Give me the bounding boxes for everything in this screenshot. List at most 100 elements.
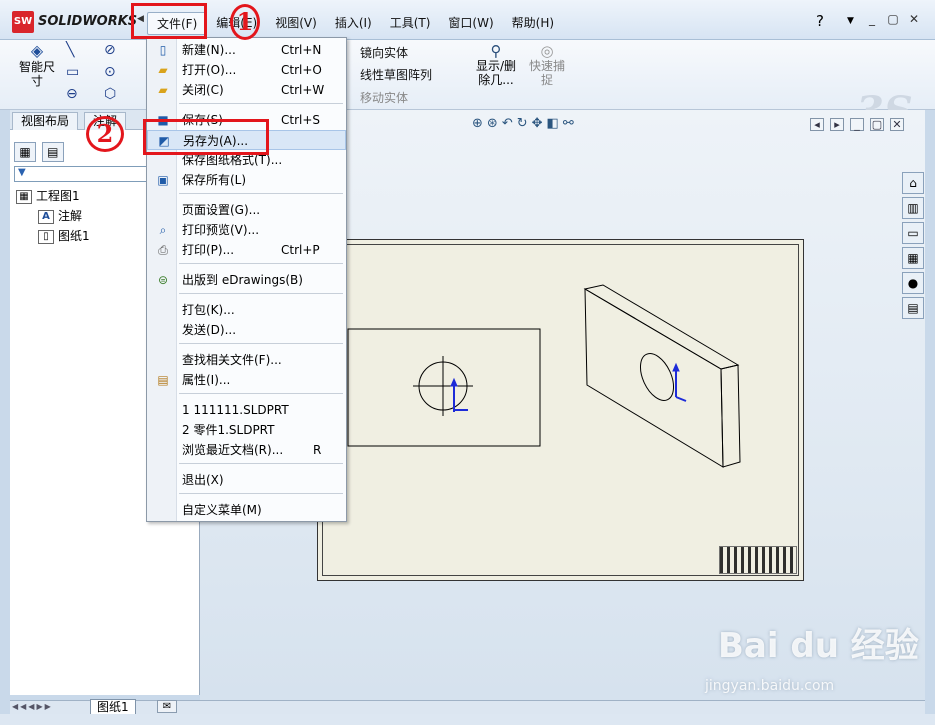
- filter-field[interactable]: ▼: [14, 166, 154, 182]
- display-style-icon[interactable]: ◧: [547, 116, 559, 131]
- menu-separator: [179, 293, 343, 294]
- menu-item-properties[interactable]: ▤ 属性(I)...: [147, 370, 346, 390]
- view-palette-icon[interactable]: ▦: [902, 247, 924, 269]
- hexagon-icon[interactable]: ⬡: [104, 86, 116, 102]
- feature-tree-icon[interactable]: ▦: [14, 142, 36, 162]
- polygon-icon[interactable]: ⊙: [104, 64, 116, 80]
- menu-separator: [179, 493, 343, 494]
- add-sheet-icon[interactable]: ✉: [157, 700, 177, 713]
- menu-item-close[interactable]: ▰ 关闭(C) Ctrl+W: [147, 80, 346, 100]
- edrawings-icon: ⊜: [157, 273, 169, 287]
- drawing-icon: ▦: [16, 189, 32, 204]
- menu-view[interactable]: 视图(V): [266, 12, 326, 35]
- viewport-restore-icon[interactable]: ▢: [870, 118, 884, 131]
- menu-separator: [179, 343, 343, 344]
- line-icon[interactable]: ╲: [66, 42, 74, 58]
- drawing-sheet[interactable]: [317, 239, 804, 581]
- restore-button[interactable]: ▢: [885, 12, 901, 26]
- menu-item-find-references[interactable]: 查找相关文件(F)...: [147, 350, 346, 370]
- menu-item-open[interactable]: ▰ 打开(O)... Ctrl+O: [147, 60, 346, 80]
- menu-tools[interactable]: 工具(T): [381, 12, 440, 35]
- appearance-icon[interactable]: ●: [902, 272, 924, 294]
- menu-window[interactable]: 窗口(W): [439, 12, 502, 35]
- printer-icon: ⎙: [158, 243, 168, 257]
- file-menu-highlight-box: [131, 3, 207, 39]
- viewport-close-icon[interactable]: ✕: [890, 118, 904, 131]
- zoom-area-icon[interactable]: ⊛: [487, 116, 498, 131]
- close-button[interactable]: ✕: [906, 12, 922, 26]
- menu-item-browse-recent[interactable]: 浏览最近文档(R)... R: [147, 440, 346, 460]
- slot-icon[interactable]: ⊖: [66, 86, 78, 102]
- rebuild-icon[interactable]: ↻: [517, 116, 528, 131]
- step-1-marker: 1: [230, 4, 260, 40]
- home-icon[interactable]: ⌂: [902, 172, 924, 194]
- menu-separator: [179, 393, 343, 394]
- display-delete-relations-button[interactable]: ⚲ 显示/删除几...: [474, 42, 518, 88]
- menu-item-customize-menu[interactable]: 自定义菜单(M): [147, 500, 346, 520]
- solidworks-logo: SW: [12, 11, 34, 33]
- title-block: [719, 546, 797, 574]
- folder-icon[interactable]: ▭: [902, 222, 924, 244]
- menu-separator: [179, 263, 343, 264]
- tree-item-annotations[interactable]: A 注解: [16, 206, 90, 226]
- sheet-nav-arrows-icon[interactable]: ◀◀◀▶▶: [12, 702, 53, 711]
- manager-tabs: ▦ ▤: [14, 142, 66, 162]
- previous-view-icon[interactable]: ↶: [502, 116, 513, 131]
- command-manager: ◈ 智能尺寸 ╲ ⊘ ▭ ⊙ ⊖ ⬡ 镜向实体 线性草图阵列 移动实体 ⚲ 显示…: [0, 40, 935, 135]
- tree-root[interactable]: ▦ 工程图1: [16, 186, 90, 206]
- tree-item-sheet[interactable]: ▯ 图纸1: [16, 226, 90, 246]
- viewport-left-icon[interactable]: ◂: [810, 118, 824, 131]
- menu-item-recent-1[interactable]: 1 111111.SLDPRT: [147, 400, 346, 420]
- menu-item-save-all[interactable]: ▣ 保存所有(L): [147, 170, 346, 190]
- circle-icon[interactable]: ⊘: [104, 42, 116, 58]
- step-2-marker: 2: [86, 116, 124, 152]
- annotation-icon: A: [38, 209, 54, 224]
- zoom-fit-icon[interactable]: ⊕: [472, 116, 483, 131]
- isometric-view: [583, 284, 741, 468]
- chevron-down-icon[interactable]: ▼: [847, 16, 854, 26]
- viewport-minimize-icon[interactable]: _: [850, 118, 864, 131]
- relations-icon: ⚲: [490, 42, 502, 60]
- hide-show-icon[interactable]: ⚯: [563, 116, 574, 131]
- help-icon[interactable]: ?: [816, 12, 824, 30]
- open-folder-icon: ▰: [158, 63, 168, 77]
- pan-icon[interactable]: ✥: [532, 116, 543, 131]
- close-folder-icon: ▰: [158, 83, 168, 97]
- file-menu-dropdown: ▯ 新建(N)... Ctrl+N ▰ 打开(O)... Ctrl+O ▰ 关闭…: [146, 37, 347, 522]
- viewport-right-icon[interactable]: ▸: [830, 118, 844, 131]
- sheet-tab-1[interactable]: 图纸1: [90, 699, 136, 715]
- menu-item-pack-and-go[interactable]: 打包(K)...: [147, 300, 346, 320]
- menu-insert[interactable]: 插入(I): [326, 12, 381, 35]
- minimize-button[interactable]: _: [864, 12, 880, 26]
- task-pane: ⌂ ▥ ▭ ▦ ● ▤: [902, 172, 926, 322]
- menu-item-send[interactable]: 发送(D)...: [147, 320, 346, 340]
- front-view: [347, 328, 541, 447]
- menu-bar: 文件(F) 编辑(E) 视图(V) 插入(I) 工具(T) 窗口(W) 帮助(H…: [147, 12, 563, 35]
- menu-item-recent-2[interactable]: 2 零件1.SLDPRT: [147, 420, 346, 440]
- save-all-icon: ▣: [157, 173, 169, 187]
- menu-item-print-preview[interactable]: ⌕ 打印预览(V)...: [147, 220, 346, 240]
- print-preview-icon: ⌕: [159, 223, 167, 237]
- viewport-controls: ◂ ▸ _ ▢ ✕: [810, 118, 904, 131]
- rectangle-icon[interactable]: ▭: [66, 64, 79, 80]
- drawing-views: [347, 284, 741, 468]
- menu-item-page-setup[interactable]: 页面设置(G)...: [147, 200, 346, 220]
- menu-item-print[interactable]: ⎙ 打印(P)... Ctrl+P: [147, 240, 346, 260]
- menu-help[interactable]: 帮助(H): [503, 12, 563, 35]
- tab-view-layout[interactable]: 视图布局: [12, 112, 79, 130]
- smart-dimension-button[interactable]: ◈ 智能尺寸: [16, 41, 58, 89]
- menu-item-publish-edrawings[interactable]: ⊜ 出版到 eDrawings(B): [147, 270, 346, 290]
- menu-item-exit[interactable]: 退出(X): [147, 470, 346, 490]
- new-file-icon: ▯: [159, 43, 167, 57]
- linear-pattern-button[interactable]: 线性草图阵列: [360, 66, 432, 83]
- library-icon[interactable]: ▥: [902, 197, 924, 219]
- mirror-entities-button[interactable]: 镜向实体: [360, 44, 408, 61]
- dimension-icon: ◈: [30, 41, 44, 60]
- menu-separator: [179, 103, 343, 104]
- property-manager-icon[interactable]: ▤: [41, 142, 64, 162]
- custom-properties-icon[interactable]: ▤: [902, 297, 924, 319]
- quick-snaps-button[interactable]: ◎ 快速捕捉: [527, 44, 567, 88]
- save-as-highlight-box: [143, 119, 269, 155]
- menu-item-new[interactable]: ▯ 新建(N)... Ctrl+N: [147, 40, 346, 60]
- move-entities-button[interactable]: 移动实体: [360, 89, 408, 106]
